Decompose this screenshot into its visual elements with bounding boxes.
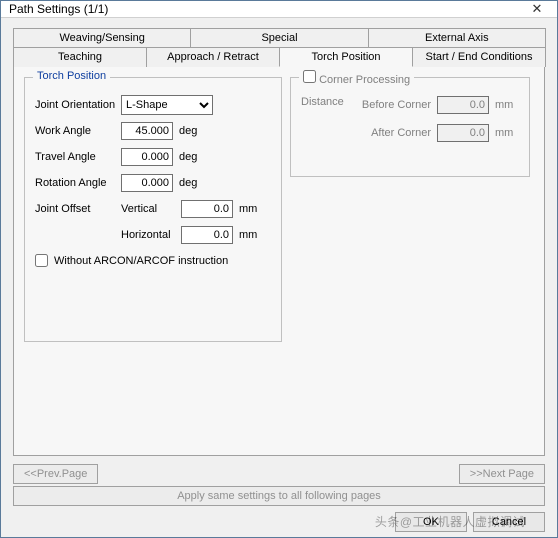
path-settings-window: Path Settings (1/1) ✕ Weaving/Sensing Sp… [0, 0, 558, 538]
tabpage-torch-position: Torch Position Joint Orientation L-Shape… [13, 66, 545, 456]
apply-all-button: Apply same settings to all following pag… [13, 486, 545, 506]
unit-mm: mm [239, 203, 257, 215]
tab-weaving-sensing[interactable]: Weaving/Sensing [13, 28, 191, 47]
input-work-angle[interactable] [121, 122, 173, 140]
tab-torch-position[interactable]: Torch Position [279, 47, 413, 67]
ok-button[interactable]: OK [395, 512, 467, 532]
tab-teaching[interactable]: Teaching [13, 47, 147, 67]
tab-start-end-conditions[interactable]: Start / End Conditions [412, 47, 546, 67]
tabstrip: Weaving/Sensing Special External Axis Te… [13, 28, 545, 456]
footer-row: OK Cancel 头条@工业机器人虚拟调试 [13, 512, 545, 532]
tab-special[interactable]: Special [190, 28, 368, 47]
close-icon: ✕ [532, 1, 543, 17]
window-title: Path Settings (1/1) [9, 2, 517, 16]
next-page-button: >>Next Page [459, 464, 545, 484]
group-torch-legend: Torch Position [33, 70, 110, 82]
input-travel-angle[interactable] [121, 148, 173, 166]
label-joint-orientation: Joint Orientation [35, 99, 121, 111]
label-distance: Distance [301, 96, 344, 108]
select-joint-orientation[interactable]: L-Shape [121, 95, 213, 115]
label-after-corner: After Corner [359, 127, 437, 139]
label-joint-offset: Joint Offset [35, 203, 121, 215]
input-joint-offset-horizontal[interactable] [181, 226, 233, 244]
unit-mm: mm [239, 229, 257, 241]
close-button[interactable]: ✕ [517, 1, 557, 17]
nav-row: <<Prev.Page >>Next Page [13, 464, 545, 484]
group-corner-legend: Corner Processing [299, 70, 414, 86]
group-torch-position: Torch Position Joint Orientation L-Shape… [24, 77, 282, 342]
label-before-corner: Before Corner [359, 99, 437, 111]
tab-external-axis[interactable]: External Axis [368, 28, 546, 47]
label-rotation-angle: Rotation Angle [35, 177, 121, 189]
input-after-corner [437, 124, 489, 142]
tab-row-lower: Teaching Approach / Retract Torch Positi… [13, 47, 545, 67]
unit-deg: deg [179, 177, 197, 189]
unit-mm: mm [495, 127, 513, 139]
label-without-arcon: Without ARCON/ARCOF instruction [54, 255, 228, 267]
tab-row-upper: Weaving/Sensing Special External Axis [13, 28, 545, 47]
prev-page-button: <<Prev.Page [13, 464, 98, 484]
input-joint-offset-vertical[interactable] [181, 200, 233, 218]
label-work-angle: Work Angle [35, 125, 121, 137]
label-travel-angle: Travel Angle [35, 151, 121, 163]
group-corner-processing: Corner Processing Distance Before Corner… [290, 77, 530, 177]
input-before-corner [437, 96, 489, 114]
titlebar: Path Settings (1/1) ✕ [1, 1, 557, 18]
input-rotation-angle[interactable] [121, 174, 173, 192]
client-area: Weaving/Sensing Special External Axis Te… [1, 18, 557, 538]
tab-approach-retract[interactable]: Approach / Retract [146, 47, 280, 67]
label-vertical: Vertical [121, 203, 181, 215]
checkbox-without-arcon[interactable] [35, 254, 48, 267]
label-horizontal: Horizontal [121, 229, 181, 241]
cancel-button[interactable]: Cancel [473, 512, 545, 532]
unit-deg: deg [179, 125, 197, 137]
unit-deg: deg [179, 151, 197, 163]
checkbox-corner-processing[interactable] [303, 70, 316, 83]
unit-mm: mm [495, 99, 513, 111]
